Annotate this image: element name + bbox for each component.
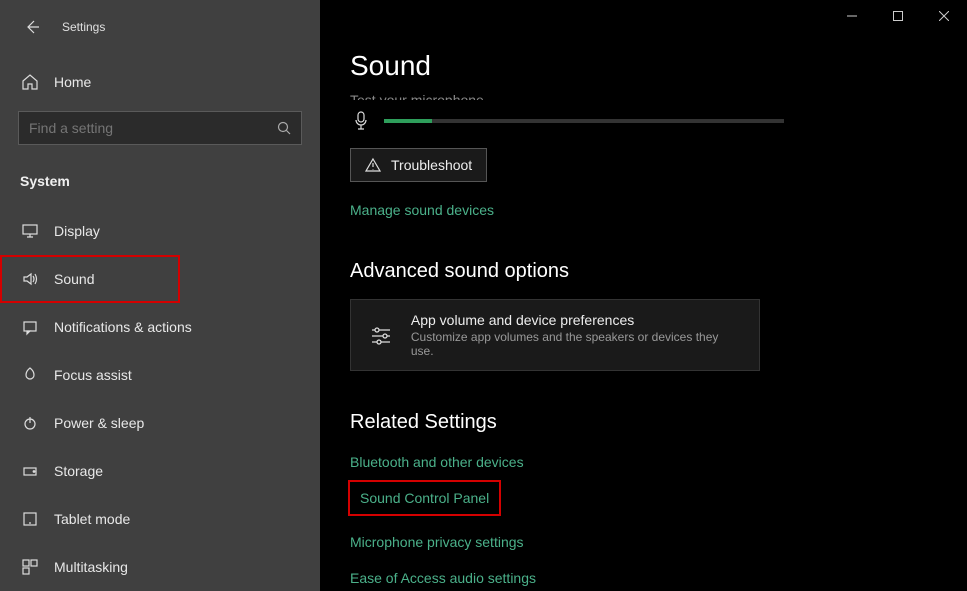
- home-button[interactable]: Home: [0, 61, 320, 103]
- microphone-icon: [350, 110, 372, 132]
- maximize-icon: [893, 11, 903, 21]
- test-mic-label: Test your microphone: [350, 92, 967, 100]
- minimize-icon: [847, 11, 857, 21]
- link-bluetooth-devices[interactable]: Bluetooth and other devices: [350, 454, 967, 470]
- tablet-icon: [20, 510, 40, 528]
- close-icon: [939, 11, 949, 21]
- troubleshoot-button[interactable]: Troubleshoot: [350, 148, 487, 182]
- search-input[interactable]: [29, 120, 277, 136]
- sound-icon: [20, 270, 40, 288]
- sidebar-item-label: Focus assist: [54, 367, 132, 383]
- sidebar-item-label: Sound: [54, 271, 94, 287]
- arrow-left-icon: [24, 19, 40, 35]
- maximize-button[interactable]: [875, 0, 921, 32]
- display-icon: [20, 222, 40, 240]
- troubleshoot-label: Troubleshoot: [391, 157, 472, 173]
- link-microphone-privacy[interactable]: Microphone privacy settings: [350, 534, 967, 550]
- sidebar-item-power-sleep[interactable]: Power & sleep: [0, 399, 320, 447]
- sidebar-item-label: Notifications & actions: [54, 319, 192, 335]
- sidebar-item-notifications[interactable]: Notifications & actions: [0, 303, 320, 351]
- sidebar-item-display[interactable]: Display: [0, 207, 320, 255]
- card-desc: Customize app volumes and the speakers o…: [411, 330, 743, 358]
- storage-icon: [20, 462, 40, 480]
- minimize-button[interactable]: [829, 0, 875, 32]
- mic-level-bar: [384, 119, 784, 123]
- search-box[interactable]: [18, 111, 302, 145]
- notifications-icon: [20, 318, 40, 336]
- nav-list: Display Sound Notifications & actions Fo…: [0, 207, 320, 591]
- related-links: Bluetooth and other devices Sound Contro…: [350, 454, 967, 586]
- sidebar-item-label: Display: [54, 223, 100, 239]
- related-settings-title: Related Settings: [350, 411, 967, 434]
- mic-level-row: [350, 110, 967, 132]
- main-content: Sound Test your microphone Troubleshoot …: [320, 0, 967, 591]
- sidebar: Settings Home System Display Sound Notif…: [0, 0, 320, 591]
- link-ease-of-access-audio[interactable]: Ease of Access audio settings: [350, 570, 967, 586]
- back-button[interactable]: [20, 15, 44, 39]
- sidebar-item-storage[interactable]: Storage: [0, 447, 320, 495]
- sidebar-item-label: Multitasking: [54, 559, 128, 575]
- power-icon: [20, 414, 40, 432]
- mic-level-fill: [384, 119, 432, 123]
- sidebar-item-focus-assist[interactable]: Focus assist: [0, 351, 320, 399]
- manage-devices-link[interactable]: Manage sound devices: [350, 202, 494, 218]
- advanced-options-title: Advanced sound options: [350, 260, 967, 283]
- sidebar-item-label: Storage: [54, 463, 103, 479]
- close-button[interactable]: [921, 0, 967, 32]
- page-title: Sound: [350, 50, 967, 82]
- home-icon: [20, 73, 40, 91]
- sidebar-item-label: Power & sleep: [54, 415, 144, 431]
- sidebar-item-sound[interactable]: Sound: [0, 255, 180, 303]
- sidebar-item-label: Tablet mode: [54, 511, 130, 527]
- sidebar-item-multitasking[interactable]: Multitasking: [0, 543, 320, 591]
- category-label: System: [0, 173, 320, 189]
- sidebar-item-tablet-mode[interactable]: Tablet mode: [0, 495, 320, 543]
- focus-assist-icon: [20, 366, 40, 384]
- settings-label: Settings: [62, 20, 105, 34]
- sliders-icon: [367, 321, 395, 349]
- window-controls: [829, 0, 967, 32]
- home-label: Home: [54, 74, 91, 90]
- link-sound-control-panel[interactable]: Sound Control Panel: [350, 482, 499, 514]
- app-volume-card[interactable]: App volume and device preferences Custom…: [350, 299, 760, 371]
- warning-icon: [365, 157, 381, 173]
- card-title: App volume and device preferences: [411, 312, 743, 328]
- search-icon: [277, 121, 291, 135]
- multitasking-icon: [20, 558, 40, 576]
